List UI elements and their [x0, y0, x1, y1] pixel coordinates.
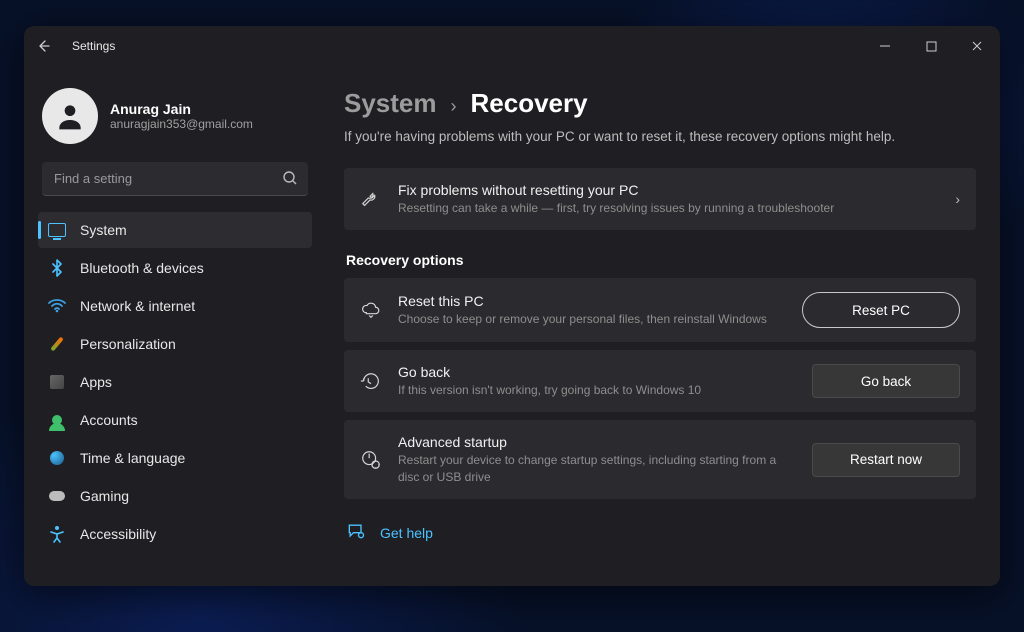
sidebar-item-label: Accessibility: [80, 526, 156, 542]
search-icon: [282, 170, 298, 191]
card-title: Fix problems without resetting your PC: [398, 182, 939, 198]
user-email: anuragjain353@gmail.com: [110, 117, 253, 131]
go-back-button[interactable]: Go back: [812, 364, 960, 398]
section-heading: Recovery options: [346, 252, 976, 268]
gamepad-icon: [48, 487, 66, 505]
breadcrumb-parent[interactable]: System: [344, 88, 437, 119]
paintbrush-icon: [48, 335, 66, 353]
search-input[interactable]: [42, 162, 308, 196]
user-name: Anurag Jain: [110, 101, 253, 117]
apps-icon: [48, 373, 66, 391]
window-title: Settings: [72, 39, 115, 53]
page-subtitle: If you're having problems with your PC o…: [344, 129, 976, 144]
get-help-link[interactable]: Get help: [380, 525, 433, 541]
power-gear-icon: [360, 449, 382, 471]
sidebar-item-label: System: [80, 222, 127, 238]
chevron-right-icon: ›: [955, 191, 960, 207]
card-desc: If this version isn't working, try going…: [398, 382, 796, 398]
page-title: Recovery: [471, 88, 588, 119]
sidebar-item-label: Time & language: [80, 450, 185, 466]
reset-pc-button[interactable]: Reset PC: [802, 292, 960, 328]
sidebar-item-label: Network & internet: [80, 298, 195, 314]
maximize-button[interactable]: [908, 26, 954, 66]
settings-window: Settings Anurag Jain anuragjain353@gmail…: [24, 26, 1000, 586]
close-button[interactable]: [954, 26, 1000, 66]
maximize-icon: [926, 41, 937, 52]
minimize-button[interactable]: [862, 26, 908, 66]
close-icon: [971, 40, 983, 52]
nav-list: System Bluetooth & devices Network & int…: [38, 212, 312, 552]
history-icon: [360, 370, 382, 392]
sidebar-item-accounts[interactable]: Accounts: [38, 402, 312, 438]
search-box: [42, 162, 308, 196]
card-title: Reset this PC: [398, 293, 786, 309]
sidebar: Anurag Jain anuragjain353@gmail.com Syst…: [24, 66, 324, 586]
troubleshoot-card[interactable]: Fix problems without resetting your PC R…: [344, 168, 976, 230]
accounts-icon: [48, 411, 66, 429]
card-title: Go back: [398, 364, 796, 380]
sidebar-item-label: Apps: [80, 374, 112, 390]
card-desc: Choose to keep or remove your personal f…: [398, 311, 786, 327]
sidebar-item-personalization[interactable]: Personalization: [38, 326, 312, 362]
sidebar-item-gaming[interactable]: Gaming: [38, 478, 312, 514]
get-help-row: Get help: [344, 521, 976, 546]
sidebar-item-label: Bluetooth & devices: [80, 260, 204, 276]
sidebar-item-label: Gaming: [80, 488, 129, 504]
sidebar-item-network[interactable]: Network & internet: [38, 288, 312, 324]
main-content: System › Recovery If you're having probl…: [324, 66, 1000, 586]
card-desc: Restart your device to change startup se…: [398, 452, 796, 484]
advanced-startup-card: Advanced startup Restart your device to …: [344, 420, 976, 498]
person-icon: [54, 100, 86, 132]
restart-now-button[interactable]: Restart now: [812, 443, 960, 477]
sidebar-item-accessibility[interactable]: Accessibility: [38, 516, 312, 552]
back-button[interactable]: [24, 26, 64, 66]
reset-pc-card: Reset this PC Choose to keep or remove y…: [344, 278, 976, 342]
minimize-icon: [879, 40, 891, 52]
sidebar-item-system[interactable]: System: [38, 212, 312, 248]
sidebar-item-time-language[interactable]: Time & language: [38, 440, 312, 476]
wrench-icon: [360, 188, 382, 210]
chevron-right-icon: ›: [451, 96, 457, 117]
globe-icon: [48, 449, 66, 467]
go-back-card: Go back If this version isn't working, t…: [344, 350, 976, 412]
sidebar-item-bluetooth[interactable]: Bluetooth & devices: [38, 250, 312, 286]
wifi-icon: [48, 297, 66, 315]
avatar: [42, 88, 98, 144]
titlebar: Settings: [24, 26, 1000, 66]
card-desc: Resetting can take a while — first, try …: [398, 200, 939, 216]
arrow-left-icon: [36, 38, 52, 54]
help-chat-icon: [346, 521, 366, 546]
accessibility-icon: [48, 525, 66, 543]
window-controls: [862, 26, 1000, 66]
card-title: Advanced startup: [398, 434, 796, 450]
breadcrumb: System › Recovery: [344, 88, 976, 119]
sidebar-item-label: Personalization: [80, 336, 176, 352]
bluetooth-icon: [48, 259, 66, 277]
sidebar-item-label: Accounts: [80, 412, 138, 428]
sidebar-item-apps[interactable]: Apps: [38, 364, 312, 400]
cloud-reset-icon: [360, 299, 382, 321]
system-icon: [48, 221, 66, 239]
user-account-row[interactable]: Anurag Jain anuragjain353@gmail.com: [42, 88, 308, 144]
